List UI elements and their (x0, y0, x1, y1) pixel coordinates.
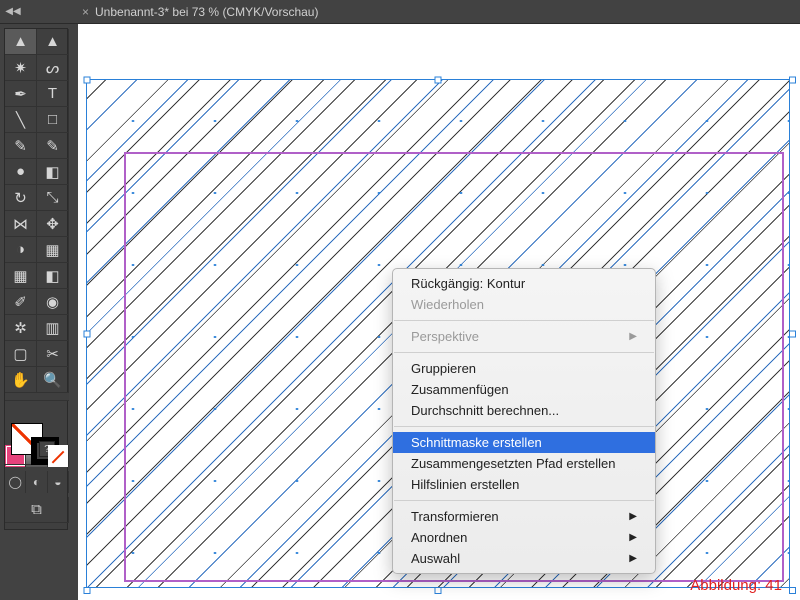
menu-item-label: Zusammengesetzten Pfad erstellen (411, 456, 616, 471)
gradient-tool[interactable]: ◧ (37, 263, 69, 289)
menu-item-label: Zusammenfügen (411, 382, 509, 397)
slice-tool[interactable]: ✂ (37, 341, 69, 367)
close-tab-icon[interactable]: × (82, 5, 89, 19)
menu-item-label: Gruppieren (411, 361, 476, 376)
menu-item: Perspektive ▶ (393, 326, 655, 347)
draw-inside[interactable]: ◒ (48, 471, 69, 493)
color-mode-none[interactable] (48, 445, 69, 467)
document-tab-title: Unbenannt-3* bei 73 % (CMYK/Vorschau) (95, 5, 318, 19)
menu-item-label: Rückgängig: Kontur (411, 276, 525, 291)
menu-item-label: Wiederholen (411, 297, 484, 312)
menu-item-label: Hilfslinien erstellen (411, 477, 519, 492)
tool-panel: ▲▲✷ᔕ✒T╲□✎✎●◧↻⤡⋈✥◑▦▦◧✐◉✲▥▢✂✋🔍◯◐◒⧉ (4, 28, 68, 530)
direct-selection-tool[interactable]: ▲ (37, 29, 69, 55)
context-menu: Rückgängig: Kontur Wiederholen Perspektive… (392, 268, 656, 574)
menu-item[interactable]: Gruppieren (393, 358, 655, 379)
tool-separator (5, 393, 69, 401)
draw-behind[interactable]: ◐ (26, 471, 47, 493)
mesh-tool[interactable]: ▦ (5, 263, 37, 289)
menu-item-label: Perspektive (411, 329, 479, 344)
shape-builder-tool[interactable]: ◑ (5, 237, 37, 263)
pen-tool[interactable]: ✒ (5, 81, 37, 107)
document-tab[interactable]: × Unbenannt-3* bei 73 % (CMYK/Vorschau) (82, 5, 318, 19)
collapse-panels-icon[interactable]: ◀◀ (4, 3, 22, 21)
draw-mode-row: ◯◐◒ (5, 471, 69, 493)
menu-item[interactable]: Hilfslinien erstellen (393, 474, 655, 495)
draw-normal[interactable]: ◯ (5, 471, 26, 493)
width-tool[interactable]: ⋈ (5, 211, 37, 237)
menu-separator (394, 500, 654, 501)
artboard-tool[interactable]: ▢ (5, 341, 37, 367)
menu-item-label: Anordnen (411, 530, 467, 545)
menu-item[interactable]: Rückgängig: Kontur (393, 273, 655, 294)
menu-item[interactable]: Auswahl ▶ (393, 548, 655, 569)
menu-item-label: Transformieren (411, 509, 499, 524)
menu-item[interactable]: Schnittmaske erstellen (393, 432, 655, 453)
magic-wand-tool[interactable]: ✷ (5, 55, 37, 81)
perspective-grid-tool[interactable]: ▦ (37, 237, 69, 263)
resize-handle[interactable] (789, 587, 796, 594)
free-transform-tool[interactable]: ✥ (37, 211, 69, 237)
submenu-arrow-icon: ▶ (629, 331, 637, 342)
column-graph-tool[interactable]: ▥ (37, 315, 69, 341)
rotate-tool[interactable]: ↻ (5, 185, 37, 211)
resize-handle[interactable] (84, 77, 91, 84)
menu-item-label: Durchschnitt berechnen... (411, 403, 559, 418)
type-tool[interactable]: T (37, 81, 69, 107)
submenu-arrow-icon: ▶ (629, 532, 637, 543)
symbol-sprayer-tool[interactable]: ✲ (5, 315, 37, 341)
resize-handle[interactable] (435, 587, 442, 594)
menu-item: Wiederholen (393, 294, 655, 315)
menu-separator (394, 352, 654, 353)
line-tool[interactable]: ╲ (5, 107, 37, 133)
resize-handle[interactable] (84, 587, 91, 594)
figure-caption: Abbildung: 41 (690, 577, 782, 594)
screen-mode-button[interactable]: ⧉ (5, 497, 69, 523)
zoom-tool[interactable]: 🔍 (37, 367, 69, 393)
resize-handle[interactable] (789, 77, 796, 84)
menu-item-label: Schnittmaske erstellen (411, 435, 542, 450)
blend-tool[interactable]: ◉ (37, 289, 69, 315)
menu-item[interactable]: Durchschnitt berechnen... (393, 400, 655, 421)
menu-item-label: Auswahl (411, 551, 460, 566)
pencil-tool[interactable]: ✎ (37, 133, 69, 159)
menu-item[interactable]: Zusammenfügen (393, 379, 655, 400)
menu-item[interactable]: Transformieren ▶ (393, 506, 655, 527)
resize-handle[interactable] (789, 330, 796, 337)
rectangle-tool[interactable]: □ (37, 107, 69, 133)
resize-handle[interactable] (435, 77, 442, 84)
hand-tool[interactable]: ✋ (5, 367, 37, 393)
blob-brush-tool[interactable]: ● (5, 159, 37, 185)
menu-item[interactable]: Zusammengesetzten Pfad erstellen (393, 453, 655, 474)
eyedropper-tool[interactable]: ✐ (5, 289, 37, 315)
menu-separator (394, 320, 654, 321)
menu-separator (394, 426, 654, 427)
menu-item[interactable]: Anordnen ▶ (393, 527, 655, 548)
submenu-arrow-icon: ▶ (629, 553, 637, 564)
eraser-tool[interactable]: ◧ (37, 159, 69, 185)
canvas[interactable]: Abbildung: 41 Rückgängig: Kontur Wiederho… (78, 24, 800, 600)
submenu-arrow-icon: ▶ (629, 511, 637, 522)
resize-handle[interactable] (84, 330, 91, 337)
scale-tool[interactable]: ⤡ (37, 185, 69, 211)
lasso-tool[interactable]: ᔕ (37, 55, 69, 81)
document-tabbar: ◀◀ × Unbenannt-3* bei 73 % (CMYK/Vorscha… (0, 0, 800, 24)
paintbrush-tool[interactable]: ✎ (5, 133, 37, 159)
selection-tool[interactable]: ▲ (5, 29, 37, 55)
